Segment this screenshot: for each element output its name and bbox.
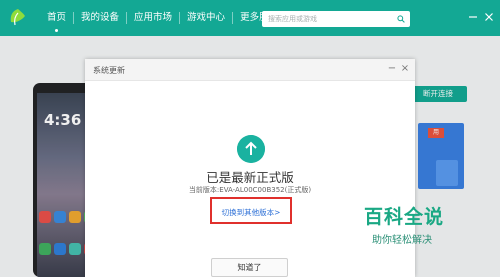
dialog-close-icon[interactable]: × (400, 63, 410, 75)
switch-version-highlight: 切换到其他版本> (210, 197, 292, 224)
update-status-title: 已是最新正式版 (206, 170, 294, 185)
search-icon[interactable] (397, 15, 405, 23)
system-update-dialog: 系统更新 − × 已是最新正式版 当前版本:EVA-AL00C00B352(正式… (85, 59, 415, 277)
nav-app-market[interactable]: 应用市场 (126, 12, 179, 24)
watermark-title: 百科全说 (364, 206, 445, 228)
nav-game-center[interactable]: 游戏中心 (179, 12, 232, 24)
dialog-header: 系统更新 − × (85, 59, 415, 81)
search-input[interactable] (268, 11, 396, 27)
dialog-title: 系统更新 (93, 66, 125, 75)
got-it-button[interactable]: 知道了 (211, 258, 288, 277)
nav-my-device[interactable]: 我的设备 (73, 12, 126, 24)
switch-version-link[interactable]: 切换到其他版本> (212, 207, 290, 218)
app-logo-icon (10, 9, 25, 26)
dialog-minimize-icon[interactable]: − (387, 63, 397, 75)
current-version-text: 当前版本:EVA-AL00C00B352(正式版) (188, 186, 312, 194)
nav-home[interactable]: 首页 (40, 12, 73, 32)
main-nav: 首页 我的设备 应用市场 游戏中心 更多服务 (40, 12, 285, 32)
top-bar: 首页 我的设备 应用市场 游戏中心 更多服务 (0, 0, 500, 36)
watermark-subtitle: 助你轻松解决 (372, 235, 432, 246)
search-box (262, 11, 410, 27)
minimize-icon[interactable] (466, 10, 480, 24)
close-icon[interactable] (482, 10, 496, 24)
arrow-up-icon (237, 135, 265, 163)
